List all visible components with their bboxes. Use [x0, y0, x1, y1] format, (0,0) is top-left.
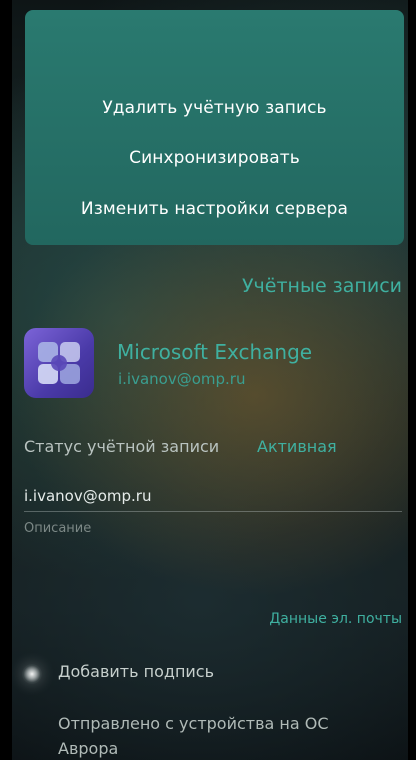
exchange-logo-shape [38, 342, 80, 384]
menu-item-server-settings[interactable]: Изменить настройки сервера [25, 199, 404, 219]
email-data-section-header: Данные эл. почты [269, 611, 402, 627]
description-underline [24, 511, 402, 512]
screen-edge-right [408, 0, 416, 760]
screen-edge-left [0, 0, 12, 760]
add-signature-switch[interactable] [22, 664, 42, 684]
account-status-label: Статус учётной записи [24, 437, 220, 456]
page-title: Учётные записи [241, 275, 402, 297]
signature-text[interactable]: Отправлено с устройства на ОС Аврора [58, 711, 388, 760]
account-name: Microsoft Exchange [117, 340, 313, 364]
description-label: Описание [24, 521, 92, 536]
signature-line-1: Отправлено с устройства на ОС [58, 714, 329, 733]
menu-item-delete-account[interactable]: Удалить учётную запись [25, 98, 404, 118]
signature-line-2: Аврора [58, 739, 119, 758]
description-value[interactable]: i.ivanov@omp.ru [24, 487, 152, 505]
account-status-value: Активная [257, 437, 337, 456]
add-signature-label[interactable]: Добавить подпись [58, 662, 214, 681]
pulley-menu: Удалить учётную запись Синхронизировать … [25, 10, 404, 245]
menu-item-sync[interactable]: Синхронизировать [25, 148, 404, 168]
account-email: i.ivanov@omp.ru [118, 370, 246, 388]
microsoft-exchange-icon [24, 328, 94, 398]
screen: Удалить учётную запись Синхронизировать … [0, 0, 416, 760]
description-field[interactable]: i.ivanov@omp.ru [24, 484, 402, 514]
